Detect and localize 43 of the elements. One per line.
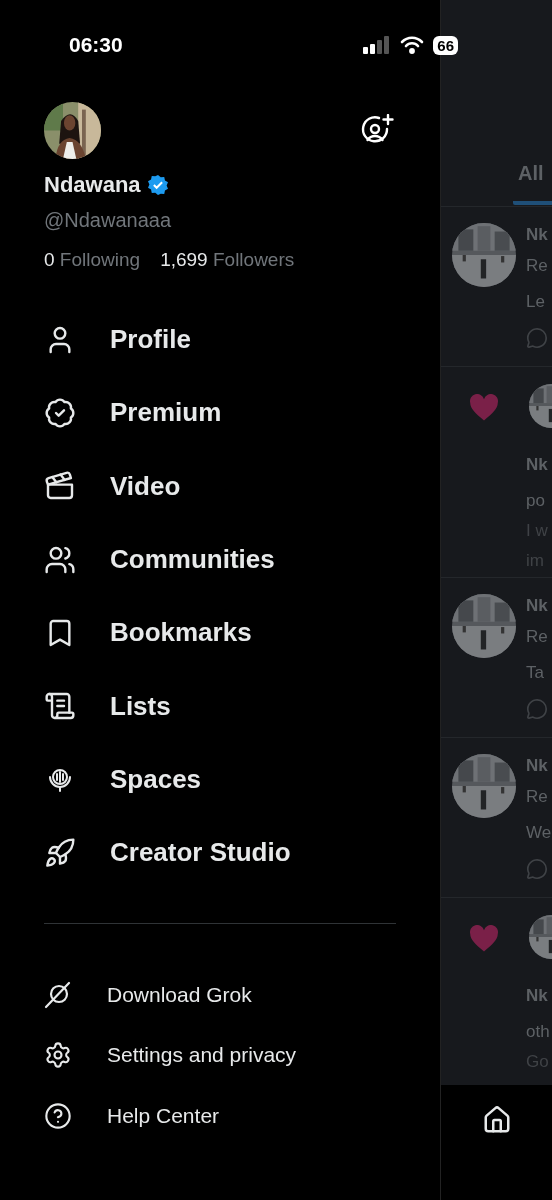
post-text: Ta — [526, 662, 545, 684]
menu-item[interactable]: Help Center — [107, 1103, 220, 1128]
author-name: Nk — [526, 454, 549, 476]
wifi-icon — [400, 36, 425, 54]
settings-icon — [44, 1041, 72, 1070]
menu-item[interactable]: Lists — [110, 690, 171, 722]
heart-icon — [468, 394, 499, 422]
post-text: Re — [526, 255, 548, 277]
menu-item[interactable]: Settings and privacy — [107, 1043, 297, 1068]
post-text: Re — [526, 786, 549, 808]
following-link[interactable]: 0 Following — [44, 249, 141, 271]
menu-item[interactable]: Profile — [110, 324, 191, 356]
post-text: Re — [526, 626, 548, 648]
signal-icon — [363, 36, 392, 54]
profile-name: Ndawana — [44, 172, 141, 198]
rocket-icon — [44, 836, 76, 869]
followers-link[interactable]: 1,699 Followers — [160, 249, 295, 271]
slashed-circle-icon — [44, 980, 72, 1009]
author-name: Nk — [526, 224, 548, 246]
menu-item[interactable]: Spaces — [110, 763, 202, 795]
help-icon — [44, 1101, 72, 1130]
menu-item[interactable]: Communities — [110, 544, 275, 576]
menu-item[interactable]: Creator Studio — [110, 837, 291, 869]
heart-icon — [468, 925, 499, 953]
badge-check-icon — [44, 396, 76, 429]
author-name: Nk — [526, 595, 548, 617]
status-time: 06:30 — [69, 33, 123, 57]
post-text: po — [526, 490, 546, 512]
post-text: We — [526, 822, 552, 844]
menu-item[interactable]: Video — [110, 470, 181, 502]
author-name: Nk — [526, 985, 549, 1007]
profile-handle: @Ndawanaaa — [44, 209, 173, 232]
menu-item[interactable]: Download Grok — [107, 982, 252, 1007]
reply-icon[interactable] — [526, 858, 548, 880]
battery-icon: 66 — [433, 35, 458, 55]
post-text: oth — [526, 1021, 551, 1043]
home-icon[interactable] — [482, 1105, 512, 1135]
reply-icon[interactable] — [526, 698, 548, 720]
menu-item[interactable]: Bookmarks — [110, 617, 252, 649]
reply-icon[interactable] — [526, 327, 548, 349]
author-name: Nk — [526, 755, 549, 777]
menu-item[interactable]: Premium — [110, 397, 222, 429]
post-text: Le — [526, 291, 546, 313]
